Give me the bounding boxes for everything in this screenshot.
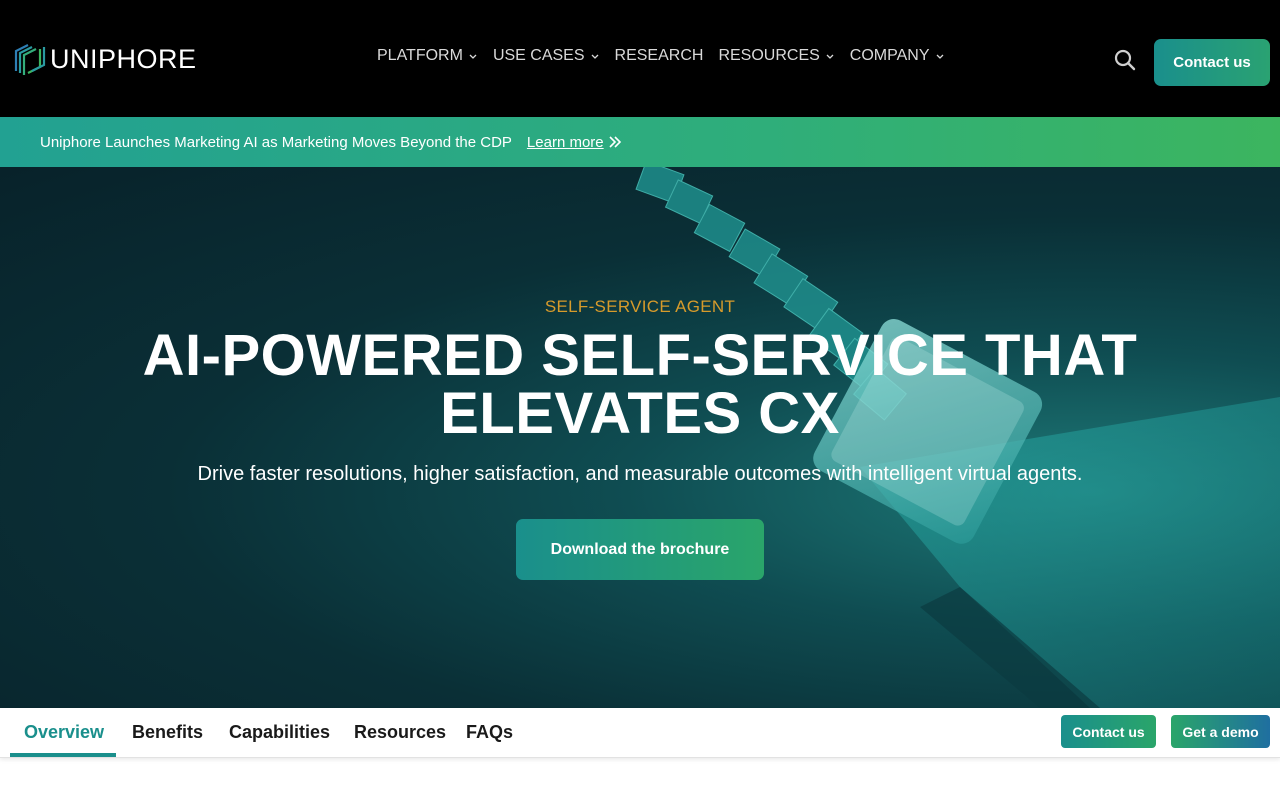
tab-overview[interactable]: Overview <box>24 722 104 743</box>
hero-section: SELF-SERVICE AGENT AI-POWERED SELF-SERVI… <box>0 167 1280 708</box>
hero-title: AI-POWERED SELF-SERVICE THAT ELEVATES CX <box>142 323 1138 446</box>
download-brochure-button[interactable]: Download the brochure <box>516 519 764 580</box>
chevron-down-icon <box>591 54 598 59</box>
hero-eyebrow: SELF-SERVICE AGENT <box>544 297 736 316</box>
announcement-text: Uniphore Launches Marketing AI as Market… <box>40 133 512 151</box>
section-tabs-bar: Overview Benefits Capabilities Resources… <box>0 708 1280 758</box>
active-tab-indicator <box>10 753 116 757</box>
nav-item-label: RESEARCH <box>614 47 704 64</box>
chevron-down-icon <box>936 54 943 59</box>
get-a-demo-button[interactable]: Get a demo <box>1171 715 1270 748</box>
site-header: UNIPHORE PLATFORM USE CASES RESEARCH RES… <box>0 0 1280 117</box>
uniphore-logo-icon <box>14 44 46 75</box>
uniphore-logo[interactable]: UNIPHORE <box>10 40 197 78</box>
nav-item-label: RESOURCES <box>718 47 820 64</box>
logo-wordmark: UNIPHORE <box>50 43 197 74</box>
search-icon[interactable] <box>1113 48 1137 72</box>
nav-item-label: USE CASES <box>492 47 585 64</box>
nav-item-use-cases[interactable]: USE CASES <box>493 47 600 65</box>
contact-us-button[interactable]: Contact us <box>1154 39 1270 86</box>
nav-item-label: COMPANY <box>849 47 930 64</box>
learn-more-label: Learn more <box>526 133 604 151</box>
chevron-down-icon <box>469 54 477 59</box>
main-nav: PLATFORM USE CASES RESEARCH RESOURCES CO… <box>377 47 945 65</box>
tab-benefits[interactable]: Benefits <box>132 722 203 743</box>
tab-capabilities[interactable]: Capabilities <box>229 722 330 743</box>
double-chevron-right-icon <box>609 136 621 148</box>
tabs-contact-us-button[interactable]: Contact us <box>1061 715 1156 748</box>
nav-item-platform[interactable]: PLATFORM <box>377 47 478 65</box>
chevron-down-icon <box>826 54 834 59</box>
tab-resources[interactable]: Resources <box>354 722 446 743</box>
tab-faqs[interactable]: FAQs <box>466 722 513 743</box>
nav-item-label: PLATFORM <box>377 47 463 64</box>
learn-more-link[interactable]: Learn more <box>527 134 622 151</box>
announcement-bar: Uniphore Launches Marketing AI as Market… <box>0 117 1280 167</box>
nav-item-company[interactable]: COMPANY <box>850 47 945 65</box>
nav-item-research[interactable]: RESEARCH <box>615 47 704 65</box>
hero-subtitle: Drive faster resolutions, higher satisfa… <box>197 463 1083 485</box>
nav-item-resources[interactable]: RESOURCES <box>718 47 834 65</box>
